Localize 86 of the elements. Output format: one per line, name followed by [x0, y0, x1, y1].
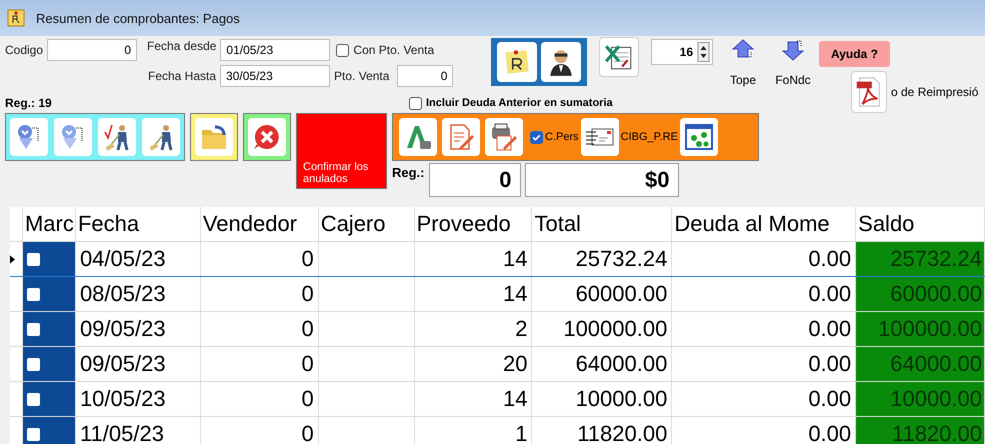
include-debt-label: Incluir Deuda Anterior en sumatoria: [426, 97, 613, 109]
column-header[interactable]: Vendedor: [200, 207, 319, 241]
include-debt-checkbox[interactable]: [409, 96, 422, 110]
column-header[interactable]: Proveedo: [414, 207, 532, 241]
number-spinner[interactable]: 16: [651, 39, 713, 65]
row-checkbox[interactable]: [26, 252, 40, 266]
confirm-voided-button[interactable]: Confirmar los anulados: [296, 113, 387, 189]
fecha-hasta-label: Fecha Hasta: [148, 69, 216, 83]
table-cell: 04/05/23: [76, 242, 201, 276]
table-cell: 0: [200, 242, 319, 276]
table-cell: 60000.00: [856, 277, 985, 311]
fecha-desde-label: Fecha desde: [147, 39, 216, 53]
arrow-down-icon[interactable]: [781, 39, 805, 61]
printer-edit-icon[interactable]: [485, 118, 523, 156]
window-title: Resumen de comprobantes: Pagos: [36, 10, 240, 26]
column-header[interactable]: Fecha: [76, 207, 201, 241]
total-amount-field: $0: [524, 163, 678, 197]
table-cell: 14: [414, 382, 532, 416]
table-cell: 0: [200, 312, 319, 346]
table-cell: 11820.00: [856, 417, 985, 444]
row-checkbox[interactable]: [26, 358, 40, 370]
document-edit-icon[interactable]: [442, 118, 480, 156]
arrow-down-icon[interactable]: [10, 118, 48, 156]
codigo-label: Codigo: [5, 43, 44, 57]
column-header[interactable]: Total: [532, 207, 672, 241]
row-checkbox[interactable]: [26, 428, 40, 440]
text-tool-icon[interactable]: [399, 118, 437, 156]
cibg-label: CIBG_P.RE: [620, 131, 678, 143]
reprint-label: o de Reimpresió: [891, 85, 978, 99]
table-cell: 64000.00: [532, 347, 672, 381]
con-pto-venta-label: Con Pto. Venta: [353, 43, 434, 57]
dots-icon[interactable]: [680, 118, 718, 156]
row-checkbox[interactable]: [26, 322, 40, 336]
table-cell: 100000.00: [856, 312, 985, 346]
table-cell: 20: [414, 347, 532, 381]
codigo-field[interactable]: 0: [47, 39, 138, 61]
fecha-desde-field[interactable]: 01/05/23: [220, 39, 330, 61]
total-count-field: 0: [428, 163, 520, 197]
table-cell: 64000.00: [856, 347, 985, 381]
table-cell: 100000.00: [532, 312, 672, 346]
table-cell: 25732.24: [856, 242, 985, 276]
totals-label: Reg.:: [392, 165, 424, 180]
table-cell: 60000.00: [532, 277, 672, 311]
table-cell: 10/05/23: [76, 382, 201, 416]
table-cell: 09/05/23: [76, 347, 201, 381]
table-cell: 25732.24: [532, 242, 672, 276]
pdf-icon[interactable]: [851, 71, 887, 113]
con-pto-venta-checkbox[interactable]: [336, 44, 350, 56]
table-cell: 11/05/23: [76, 417, 201, 444]
table-cell: 10000.00: [856, 382, 985, 416]
row-checkbox[interactable]: [26, 288, 40, 300]
tope-label: Tope: [730, 73, 756, 87]
column-header[interactable]: Marc: [22, 207, 76, 241]
column-header[interactable]: Saldo: [856, 207, 985, 241]
table-cell: 08/05/23: [76, 277, 201, 311]
table-cell: 2: [414, 312, 532, 346]
row-checkbox[interactable]: [26, 392, 40, 406]
person-icon[interactable]: [541, 42, 581, 82]
table-cell: 0: [200, 382, 319, 416]
table-cell: 10000.00: [532, 382, 672, 416]
table-cell: 0: [200, 347, 319, 381]
note-r-icon[interactable]: [497, 42, 537, 82]
pto-venta-label: Pto. Venta: [334, 69, 390, 83]
c-pers-label: C.Pers: [545, 131, 579, 143]
table-cell: 1: [414, 417, 532, 444]
spin-arrows-icon[interactable]: [697, 42, 710, 62]
pto-venta-field[interactable]: 0: [397, 65, 454, 87]
record-count: Reg.: 19: [5, 96, 53, 110]
sweeper-check-icon[interactable]: [98, 118, 136, 156]
table-cell: 0: [200, 417, 319, 444]
column-header[interactable]: Cajero: [318, 207, 415, 241]
help-button[interactable]: Ayuda ?: [819, 41, 890, 67]
envelope-icon[interactable]: [580, 118, 619, 156]
sweeper-icon[interactable]: [142, 118, 180, 156]
table-cell: 0: [200, 277, 319, 311]
fondo-label: FoNdc: [775, 73, 811, 87]
spinner-value: 16: [680, 45, 693, 59]
fecha-hasta-field[interactable]: 30/05/23: [220, 65, 330, 87]
c-pers-checkbox[interactable]: [530, 130, 543, 144]
column-header[interactable]: Deuda al Mome: [672, 207, 856, 241]
table-cell: 14: [414, 242, 532, 276]
table-cell: 09/05/23: [76, 312, 201, 346]
table-cell: 14: [414, 277, 532, 311]
app-icon: [6, 8, 26, 28]
table-cell: 11820.00: [532, 417, 672, 444]
spreadsheet-icon[interactable]: [599, 37, 639, 77]
